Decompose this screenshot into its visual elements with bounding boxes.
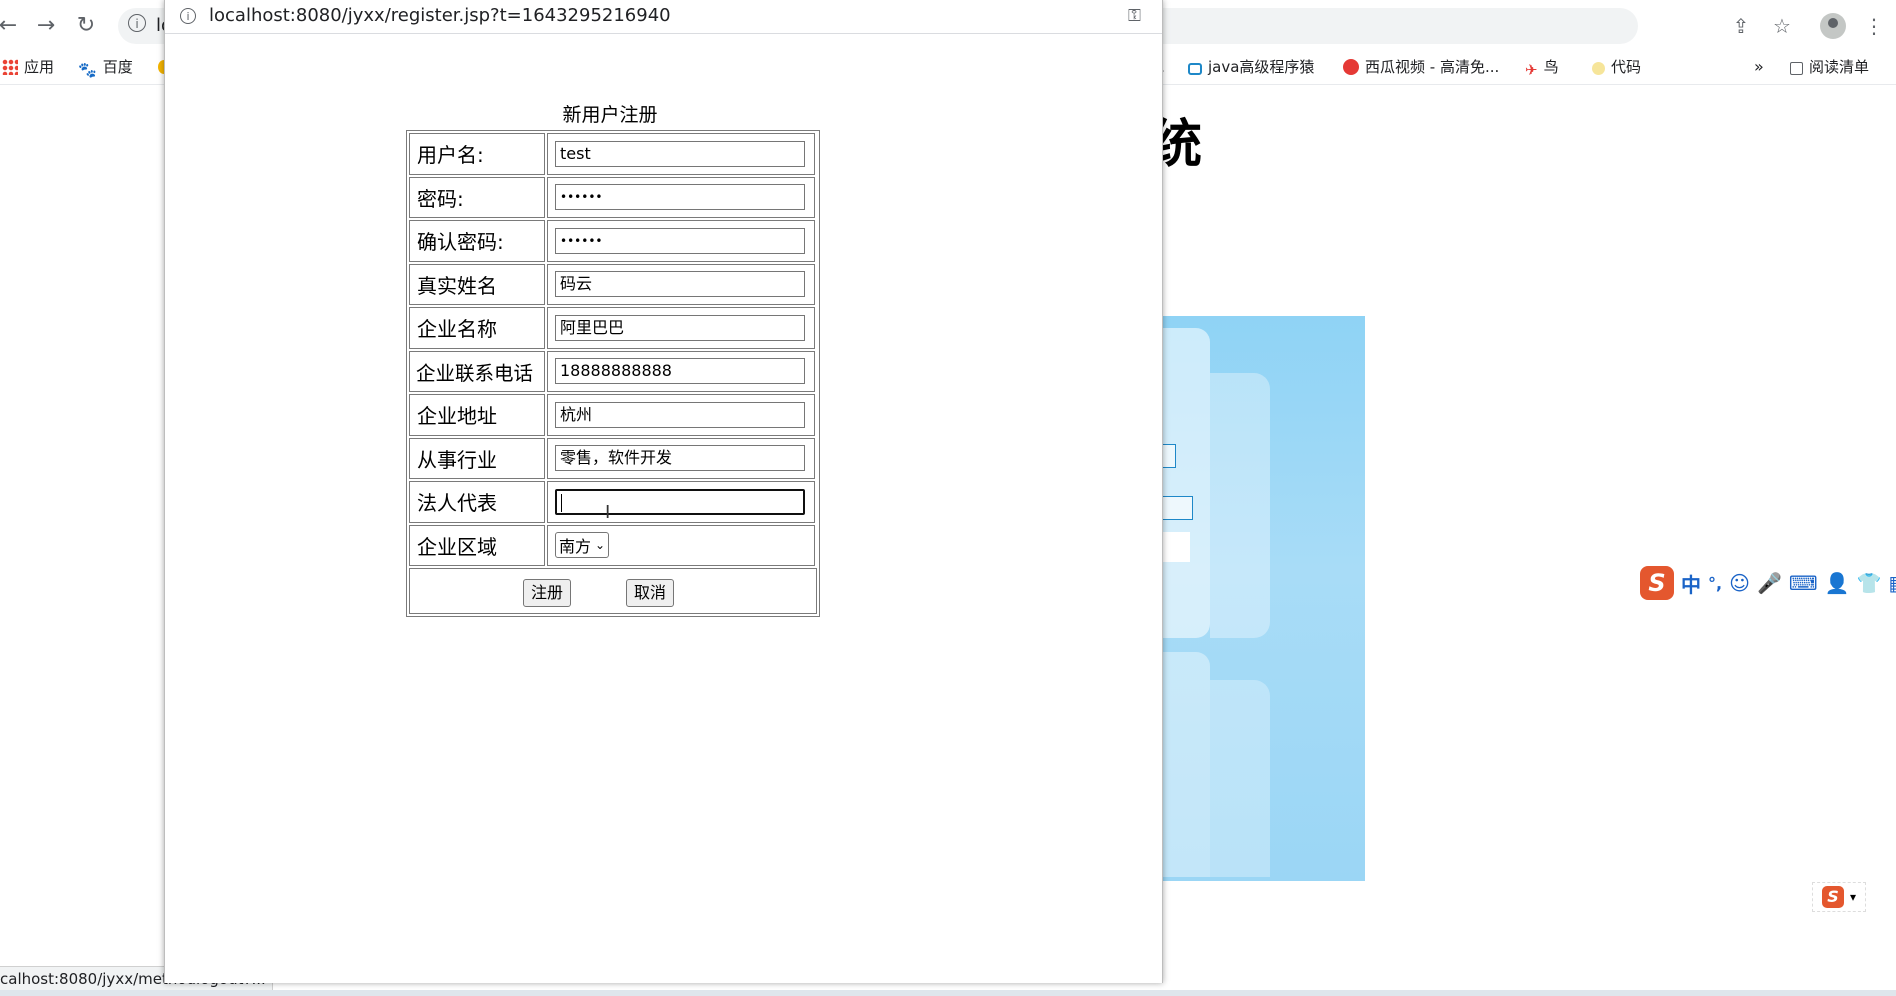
share-icon[interactable]: ⇪ xyxy=(1729,14,1753,38)
form-row-industry: 从事行业 零售，软件开发 xyxy=(408,437,818,481)
form-row-username: 用户名: test xyxy=(408,132,818,176)
bookmark-star-icon[interactable]: ☆ xyxy=(1770,14,1794,38)
legal-rep-label: 法人代表 xyxy=(409,481,545,523)
form-actions: 注册 取消 xyxy=(409,568,817,614)
company-address-label: 企业地址 xyxy=(409,394,545,436)
industry-input[interactable]: 零售，软件开发 xyxy=(555,445,805,472)
ime-toolbar[interactable]: S 中 °, ☺ 🎤 ⌨ 👤 👕 ▦ xyxy=(1640,566,1896,600)
form-row-company-name: 企业名称 阿里巴巴 xyxy=(408,306,818,350)
xigua-play-icon xyxy=(1343,59,1359,75)
legal-rep-input[interactable] xyxy=(555,488,805,515)
register-button[interactable]: 注册 xyxy=(523,579,572,607)
cancel-button[interactable]: 取消 xyxy=(626,579,675,607)
login-card-decoration xyxy=(1210,680,1270,877)
emoji-icon[interactable]: ☺ xyxy=(1729,571,1750,595)
toolbox-grid-icon[interactable]: ▦ xyxy=(1889,571,1896,595)
microphone-icon[interactable]: 🎤 xyxy=(1757,571,1782,595)
registration-form-table: 用户名: test 密码: •••••• 确认密码: •••••• 真实姓名 码… xyxy=(406,130,820,617)
company-name-label: 企业名称 xyxy=(409,307,545,349)
forward-icon[interactable]: → xyxy=(32,12,60,40)
login-card-decoration xyxy=(1160,652,1210,877)
confirm-password-label: 确认密码: xyxy=(409,220,545,262)
taskbar-strip xyxy=(0,990,1896,996)
reading-list-icon xyxy=(1790,62,1803,75)
bookmark-bird[interactable]: ✈ 鸟 xyxy=(1525,57,1559,79)
form-title: 新用户注册 xyxy=(562,104,658,126)
bookmark-apps[interactable]: 应用 xyxy=(2,57,54,77)
folder-icon xyxy=(1592,62,1605,75)
form-row-real-name: 真实姓名 码云 xyxy=(408,263,818,307)
text-caret xyxy=(561,494,562,513)
company-phone-label: 企业联系电话 xyxy=(409,350,545,392)
login-password-input[interactable] xyxy=(1160,496,1193,520)
keyboard-icon[interactable]: ⌨ xyxy=(1789,571,1818,595)
login-card-decoration xyxy=(1160,328,1210,638)
form-row-company-address: 企业地址 杭州 xyxy=(408,393,818,437)
more-bookmarks-button[interactable]: » xyxy=(1754,57,1764,77)
user-icon[interactable]: 👤 xyxy=(1825,571,1850,595)
key-icon[interactable]: ⚿ xyxy=(1128,6,1141,26)
popup-url[interactable]: localhost:8080/jyxx/register.jsp?t=16432… xyxy=(209,5,671,26)
region-label: 企业区域 xyxy=(409,524,545,566)
back-icon[interactable]: ← xyxy=(0,12,22,40)
username-label: 用户名: xyxy=(409,133,545,175)
form-row-password: 密码: •••••• xyxy=(408,176,818,220)
apps-grid-icon xyxy=(2,59,18,75)
username-input[interactable]: test xyxy=(555,140,805,167)
bird-icon: ✈ xyxy=(1525,61,1538,79)
form-row-region: 企业区域 南方 ⌄ xyxy=(408,524,818,568)
form-row-legal-rep: 法人代表 xyxy=(408,480,818,524)
skin-shirt-icon[interactable]: 👕 xyxy=(1857,571,1882,595)
login-captcha-input[interactable] xyxy=(1160,532,1190,562)
profile-avatar[interactable] xyxy=(1820,13,1846,39)
real-name-label: 真实姓名 xyxy=(409,263,545,305)
password-input[interactable]: •••••• xyxy=(555,184,805,211)
site-info-icon[interactable]: i xyxy=(180,8,196,24)
company-phone-input[interactable]: 18888888888 xyxy=(555,358,805,385)
ime-language[interactable]: 中 xyxy=(1681,569,1701,598)
chevron-down-icon: ⌄ xyxy=(595,538,606,553)
ime-mini-bar[interactable]: S ▾ xyxy=(1812,882,1866,912)
bookmark-code[interactable]: 代码 xyxy=(1592,57,1641,77)
ime-punctuation[interactable]: °, xyxy=(1708,574,1722,593)
reading-list[interactable]: 阅读清单 xyxy=(1790,57,1869,77)
baidu-paw-icon: 🐾 xyxy=(78,61,97,79)
company-name-input[interactable]: 阿里巴巴 xyxy=(555,314,805,341)
confirm-password-input[interactable]: •••••• xyxy=(555,227,805,254)
dropdown-arrow-icon[interactable]: ▾ xyxy=(1850,890,1856,904)
reload-icon[interactable]: ↻ xyxy=(72,12,100,40)
bilibili-tv-icon xyxy=(1188,63,1202,75)
ibeam-cursor-icon: I xyxy=(605,502,611,523)
region-select[interactable]: 南方 ⌄ xyxy=(555,532,610,559)
password-label: 密码: xyxy=(409,176,545,218)
menu-kebab-icon[interactable]: ⋮ xyxy=(1862,14,1886,38)
form-row-company-phone: 企业联系电话 18888888888 xyxy=(408,350,818,394)
sogou-logo-icon: S xyxy=(1821,886,1844,908)
bookmark-java[interactable]: java高级程序猿 xyxy=(1188,57,1314,77)
login-card-decoration xyxy=(1210,373,1270,638)
industry-label: 从事行业 xyxy=(409,437,545,479)
form-row-confirm-password: 确认密码: •••••• xyxy=(408,219,818,263)
real-name-input[interactable]: 码云 xyxy=(555,271,805,298)
bookmark-baidu[interactable]: 🐾 百度 xyxy=(78,57,133,79)
sogou-logo-icon: S xyxy=(1640,566,1674,600)
bookmark-xigua[interactable]: 西瓜视频 - 高清免... xyxy=(1343,57,1499,77)
site-info-icon[interactable]: i xyxy=(128,14,146,32)
company-address-input[interactable]: 杭州 xyxy=(555,401,805,428)
